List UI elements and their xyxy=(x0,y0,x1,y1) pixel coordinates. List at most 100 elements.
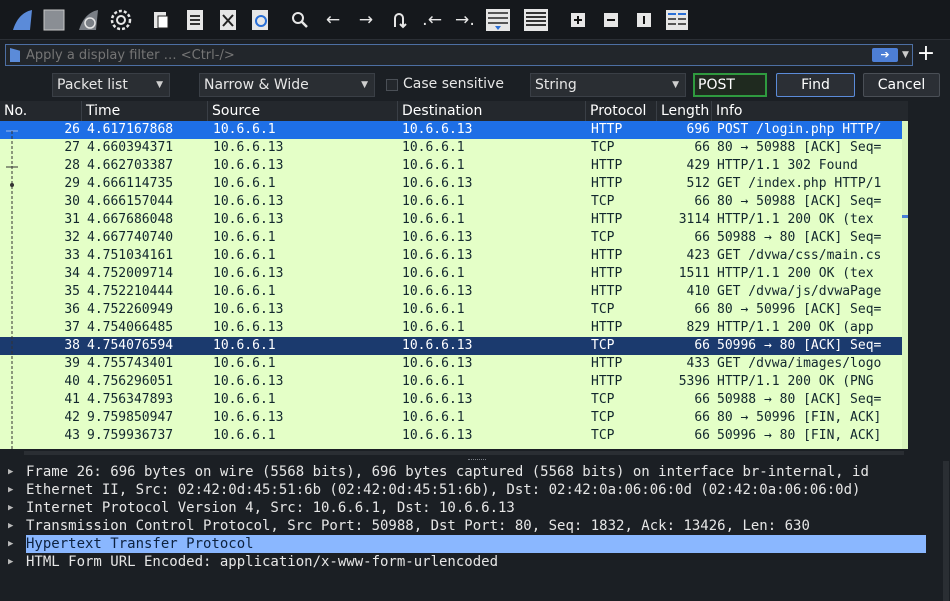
column-header-time[interactable]: Time xyxy=(82,101,208,121)
expand-arrow-icon[interactable]: ▶ xyxy=(8,481,18,499)
column-header-length[interactable]: Length xyxy=(657,101,712,121)
resize-columns-icon[interactable] xyxy=(663,6,691,34)
cell-time: 9.759936737 xyxy=(87,428,174,443)
packet-row[interactable]: 27 4.660394371 10.6.6.13 10.6.6.1 TCP 66 80 → … xyxy=(0,139,903,157)
close-file-icon[interactable] xyxy=(214,6,242,34)
cell-length: 66 xyxy=(694,194,710,209)
apply-filter-arrow-icon[interactable]: ➔ xyxy=(872,48,898,62)
packet-row[interactable]: 33 4.751034161 10.6.6.1 10.6.6.13 HTTP 423 GET… xyxy=(0,247,903,265)
packet-row[interactable]: 31 4.667686048 10.6.6.13 10.6.6.1 HTTP 3114 HT… xyxy=(0,211,903,229)
packet-row[interactable]: 39 4.755743401 10.6.6.1 10.6.6.13 HTTP 433 GET… xyxy=(0,355,903,373)
cell-length: 410 xyxy=(686,284,710,299)
reload-icon[interactable] xyxy=(247,6,275,34)
cell-time: 4.667686048 xyxy=(87,212,174,227)
search-scope-select[interactable]: Packet list ▼ xyxy=(52,73,170,97)
zoom-out-icon[interactable] xyxy=(597,6,625,34)
expand-arrow-icon[interactable]: ▶ xyxy=(8,517,18,535)
expand-arrow-icon[interactable]: ▶ xyxy=(8,535,18,553)
cell-source: 10.6.6.13 xyxy=(213,302,284,317)
packet-list[interactable]: 26 4.617167868 10.6.6.1 10.6.6.13 HTTP 696 POS… xyxy=(0,121,908,449)
column-header-info[interactable]: Info xyxy=(712,101,908,121)
packet-details-pane[interactable]: ▶ Frame 26: 696 bytes on wire (5568 bits)… xyxy=(0,461,950,601)
restart-fin-icon[interactable] xyxy=(74,6,102,34)
cell-destination: 10.6.6.1 xyxy=(402,410,465,425)
packet-row[interactable]: 43 9.759936737 10.6.6.1 10.6.6.13 TCP 66 50996… xyxy=(0,427,903,445)
related-packets-gutter xyxy=(6,130,18,449)
column-header-destination[interactable]: Destination xyxy=(398,101,586,121)
detail-tree-item[interactable]: ▶ Internet Protocol Version 4, Src: 10.6.… xyxy=(8,499,938,517)
colorize-icon[interactable] xyxy=(522,6,550,34)
details-scrollbar[interactable] xyxy=(943,461,949,601)
arrow-left-icon[interactable]: ← xyxy=(319,6,347,34)
cell-destination: 10.6.6.13 xyxy=(402,176,473,191)
packet-list-scrollbar[interactable] xyxy=(902,121,908,449)
search-type-value: String xyxy=(535,77,577,93)
cancel-button[interactable]: Cancel xyxy=(863,73,940,97)
packet-row[interactable]: 32 4.667740740 10.6.6.1 10.6.6.13 TCP 66 50988… xyxy=(0,229,903,247)
cell-length: 66 xyxy=(694,338,710,353)
gear-icon[interactable] xyxy=(107,6,135,34)
cell-source: 10.6.6.1 xyxy=(213,428,276,443)
stop-square-icon[interactable] xyxy=(40,6,68,34)
packet-row[interactable]: 28 4.662703387 10.6.6.13 10.6.6.1 HTTP 429 HTT… xyxy=(0,157,903,175)
zoom-in-icon[interactable] xyxy=(564,6,592,34)
packet-row[interactable]: 37 4.754066485 10.6.6.13 10.6.6.1 HTTP 829 HTT… xyxy=(0,319,903,337)
column-header-protocol[interactable]: Protocol xyxy=(586,101,657,121)
packet-list-hscrollbar[interactable] xyxy=(24,451,904,455)
packet-row[interactable]: 36 4.752260949 10.6.6.13 10.6.6.1 TCP 66 80 → … xyxy=(0,301,903,319)
cell-protocol: TCP xyxy=(591,410,615,425)
packet-row[interactable]: 40 4.756296051 10.6.6.13 10.6.6.1 HTTP 5396 HT… xyxy=(0,373,903,391)
cell-time: 4.754066485 xyxy=(87,320,174,335)
cell-source: 10.6.6.1 xyxy=(213,230,276,245)
expand-arrow-icon[interactable]: ▶ xyxy=(8,553,18,571)
cell-info: HTTP/1.1 200 OK (app xyxy=(717,320,874,335)
packet-row[interactable]: 30 4.666157044 10.6.6.13 10.6.6.1 TCP 66 80 → … xyxy=(0,193,903,211)
autoscroll-icon[interactable] xyxy=(484,6,512,34)
cell-destination: 10.6.6.1 xyxy=(402,320,465,335)
detail-tree-item[interactable]: ▶ Hypertext Transfer Protocol xyxy=(8,535,938,553)
search-icon[interactable] xyxy=(286,6,314,34)
packet-row[interactable]: 38 4.754076594 10.6.6.1 10.6.6.13 TCP 66 50996… xyxy=(0,337,903,355)
column-header-source[interactable]: Source xyxy=(208,101,398,121)
packet-row[interactable]: 35 4.752210444 10.6.6.1 10.6.6.13 HTTP 410 GET… xyxy=(0,283,903,301)
display-filter-input[interactable] xyxy=(26,46,866,64)
charset-select[interactable]: Narrow & Wide ▼ xyxy=(199,73,375,97)
add-filter-button[interactable]: + xyxy=(914,42,938,66)
packet-row[interactable]: 42 9.759850947 10.6.6.13 10.6.6.1 TCP 66 80 → … xyxy=(0,409,903,427)
cell-time: 4.667740740 xyxy=(87,230,174,245)
bookmark-flag-icon[interactable] xyxy=(10,48,20,62)
search-type-select[interactable]: String ▼ xyxy=(530,73,686,97)
shark-fin-icon[interactable] xyxy=(8,6,36,34)
cell-info: 80 → 50996 [FIN, ACK] xyxy=(717,410,882,425)
first-packet-icon[interactable]: ․← xyxy=(418,6,446,34)
packet-row[interactable]: 29 4.666114735 10.6.6.1 10.6.6.13 HTTP 512 GET… xyxy=(0,175,903,193)
packet-row[interactable]: 41 4.756347893 10.6.6.1 10.6.6.13 TCP 66 50988… xyxy=(0,391,903,409)
find-button[interactable]: Find xyxy=(776,73,855,97)
cell-source: 10.6.6.13 xyxy=(213,194,284,209)
cell-destination: 10.6.6.13 xyxy=(402,392,473,407)
search-string-input[interactable] xyxy=(693,73,767,97)
cell-protocol: HTTP xyxy=(591,284,623,299)
cell-info: HTTP/1.1 200 OK (tex xyxy=(717,212,874,227)
cell-info: 50996 → 80 [FIN, ACK] xyxy=(717,428,882,443)
detail-tree-item[interactable]: ▶ Ethernet II, Src: 02:42:0d:45:51:6b (02… xyxy=(8,481,938,499)
jump-icon[interactable] xyxy=(385,6,413,34)
packet-row[interactable]: 26 4.617167868 10.6.6.1 10.6.6.13 HTTP 696 POS… xyxy=(0,121,903,139)
filter-history-dropdown-icon[interactable]: ▼ xyxy=(902,45,912,65)
cell-length: 429 xyxy=(686,158,710,173)
expand-arrow-icon[interactable]: ▶ xyxy=(8,499,18,517)
zoom-normal-icon[interactable] xyxy=(630,6,658,34)
detail-tree-item[interactable]: ▶ HTML Form URL Encoded: application/x-ww… xyxy=(8,553,938,571)
detail-tree-item[interactable]: ▶ Frame 26: 696 bytes on wire (5568 bits)… xyxy=(8,463,938,481)
packet-row[interactable]: 34 4.752009714 10.6.6.13 10.6.6.1 HTTP 1511 HT… xyxy=(0,265,903,283)
arrow-right-icon[interactable]: → xyxy=(352,6,380,34)
cell-info: 80 → 50988 [ACK] Seq= xyxy=(717,140,882,155)
detail-tree-item[interactable]: ▶ Transmission Control Protocol, Src Port… xyxy=(8,517,938,535)
cell-source: 10.6.6.1 xyxy=(213,122,276,137)
last-packet-icon[interactable]: →․ xyxy=(451,6,479,34)
column-header-no[interactable]: No. xyxy=(0,101,82,121)
open-file-icon[interactable] xyxy=(147,6,175,34)
expand-arrow-icon[interactable]: ▶ xyxy=(8,463,18,481)
case-sensitive-checkbox[interactable] xyxy=(386,79,398,91)
save-file-icon[interactable] xyxy=(181,6,209,34)
